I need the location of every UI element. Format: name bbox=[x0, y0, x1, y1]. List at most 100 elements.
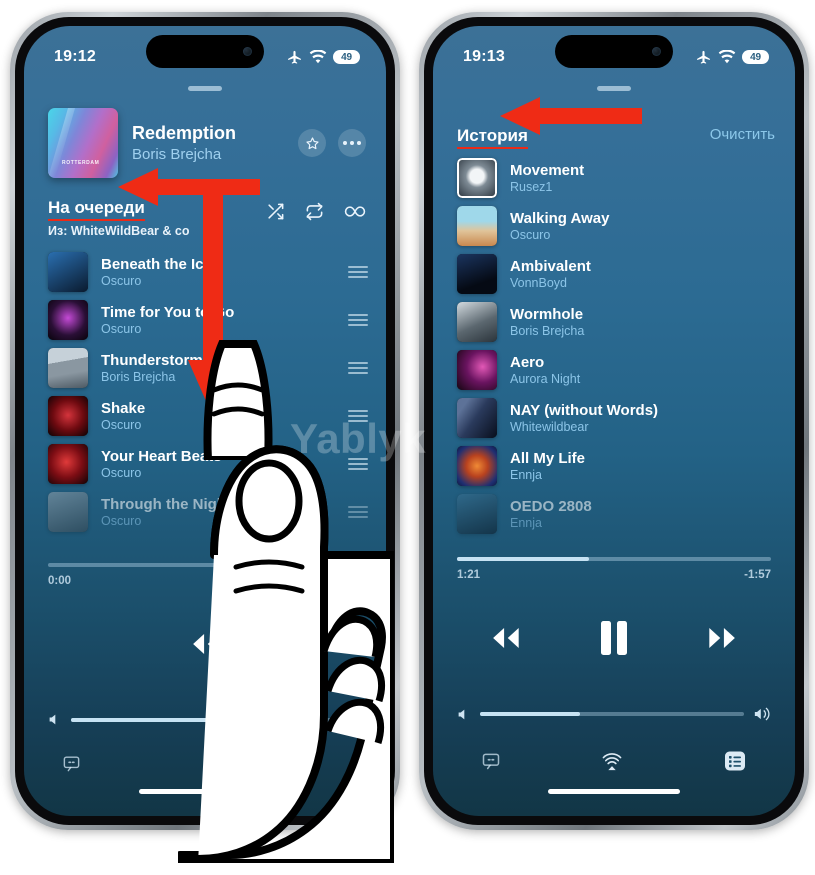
right-player-controls: 1:21 -1:57 bbox=[457, 557, 771, 794]
now-playing-artist: Boris Brejcha bbox=[132, 146, 222, 163]
track-artwork bbox=[48, 444, 88, 484]
track-artwork bbox=[457, 206, 497, 246]
track-title: Movement bbox=[510, 162, 585, 179]
track-meta: Movement Rusez1 bbox=[510, 162, 777, 194]
track-artwork bbox=[457, 302, 497, 342]
progress-fill bbox=[457, 557, 589, 561]
home-indicator bbox=[548, 789, 680, 794]
track-title: Aero bbox=[510, 354, 545, 371]
right-bottom-icon-bar bbox=[457, 749, 771, 773]
table-row[interactable]: All My Life Ennja bbox=[457, 442, 777, 490]
track-meta: Time for You to Go Oscuro bbox=[101, 304, 335, 336]
drag-handle-icon[interactable] bbox=[348, 314, 368, 326]
airplay-icon[interactable] bbox=[601, 750, 623, 772]
volume-high-icon bbox=[754, 707, 771, 721]
track-artwork bbox=[457, 398, 497, 438]
track-artist: Whitewildbear bbox=[510, 420, 589, 434]
track-artwork bbox=[457, 158, 497, 198]
lyrics-icon[interactable] bbox=[481, 751, 501, 771]
drag-handle-icon[interactable] bbox=[348, 362, 368, 374]
table-row[interactable]: Movement Rusez1 bbox=[457, 154, 777, 202]
track-title: Time for You to Go bbox=[101, 304, 235, 321]
airplane-icon bbox=[286, 49, 303, 66]
pointing-hand-gesture bbox=[178, 415, 394, 863]
table-row[interactable]: Ambivalent VonnBoyd bbox=[457, 250, 777, 298]
volume-low-icon bbox=[457, 708, 470, 721]
track-artist: Boris Brejcha bbox=[510, 324, 585, 338]
now-playing-row: ROTTERDAM Redemption Boris Brejcha bbox=[48, 108, 366, 178]
track-title: OEDO 2808 bbox=[510, 498, 592, 515]
track-artwork bbox=[48, 300, 88, 340]
track-artist: Aurora Night bbox=[510, 372, 581, 386]
track-artwork bbox=[457, 350, 497, 390]
front-camera-icon bbox=[243, 47, 252, 56]
right-phone-frame: 19:13 49 История Очистить Movement Rusez… bbox=[419, 12, 809, 830]
sheet-grabber[interactable] bbox=[188, 86, 222, 91]
sheet-grabber[interactable] bbox=[597, 86, 631, 91]
track-artist: Oscuro bbox=[510, 228, 551, 242]
track-artwork bbox=[48, 396, 88, 436]
pause-icon[interactable] bbox=[598, 619, 630, 657]
table-row[interactable]: Time for You to Go Oscuro bbox=[48, 296, 368, 344]
remaining-time: -1:57 bbox=[744, 569, 771, 581]
table-row[interactable]: Beneath the Ice Oscuro bbox=[48, 248, 368, 296]
clear-history-button[interactable]: Очистить bbox=[710, 126, 775, 143]
wifi-icon bbox=[718, 50, 736, 64]
drag-handle-icon[interactable] bbox=[348, 266, 368, 278]
repeat-icon[interactable] bbox=[305, 202, 324, 221]
battery-indicator: 49 bbox=[742, 50, 769, 64]
table-row[interactable]: NAY (without Words) Whitewildbear bbox=[457, 394, 777, 442]
table-row[interactable]: Aero Aurora Night bbox=[457, 346, 777, 394]
shuffle-icon[interactable] bbox=[266, 202, 285, 221]
track-meta: Beneath the Ice Oscuro bbox=[101, 256, 335, 288]
track-title: NAY (without Words) bbox=[510, 402, 659, 419]
rewind-icon[interactable] bbox=[484, 624, 526, 652]
status-icon-group: 49 bbox=[695, 49, 769, 66]
table-row[interactable]: Walking Away Oscuro bbox=[457, 202, 777, 250]
table-row[interactable]: OEDO 2808 Ennja bbox=[457, 490, 777, 538]
front-camera-icon bbox=[652, 47, 661, 56]
track-title: Thunderstorm bbox=[101, 352, 203, 369]
track-artist: Ennja bbox=[510, 468, 542, 482]
right-phone-screen: 19:13 49 История Очистить Movement Rusez… bbox=[433, 26, 795, 816]
track-artist: Ennja bbox=[510, 516, 542, 530]
track-meta: Wormhole Boris Brejcha bbox=[510, 306, 777, 338]
table-row[interactable]: Thunderstorm Boris Brejcha bbox=[48, 344, 368, 392]
now-playing-title: Redemption bbox=[132, 123, 237, 143]
track-title: Walking Away bbox=[510, 210, 610, 227]
lyrics-icon[interactable] bbox=[62, 754, 81, 773]
progress-slider[interactable] bbox=[457, 557, 771, 561]
track-artist: Boris Brejcha bbox=[101, 370, 176, 384]
transport-controls bbox=[457, 615, 771, 661]
track-meta: Ambivalent VonnBoyd bbox=[510, 258, 777, 290]
track-meta: NAY (without Words) Whitewildbear bbox=[510, 402, 777, 434]
track-artwork bbox=[48, 348, 88, 388]
right-phone-bezel: 19:13 49 История Очистить Movement Rusez… bbox=[424, 17, 804, 825]
dynamic-island bbox=[146, 35, 264, 68]
star-icon[interactable] bbox=[298, 129, 326, 157]
elapsed-time: 0:00 bbox=[48, 575, 72, 587]
track-artwork bbox=[48, 492, 88, 532]
infinity-icon[interactable] bbox=[344, 202, 366, 221]
track-title: All My Life bbox=[510, 450, 586, 467]
track-artist: Oscuro bbox=[101, 274, 142, 288]
forward-icon[interactable] bbox=[702, 624, 744, 652]
now-playing-actions bbox=[298, 129, 366, 157]
queue-list-icon[interactable] bbox=[723, 749, 747, 773]
table-row[interactable]: Wormhole Boris Brejcha bbox=[457, 298, 777, 346]
dynamic-island bbox=[555, 35, 673, 68]
track-meta: Walking Away Oscuro bbox=[510, 210, 777, 242]
queue-section-header: На очереди Из: WhiteWildBear & co bbox=[48, 198, 366, 238]
track-artist: Oscuro bbox=[101, 322, 142, 336]
queue-title-block: На очереди Из: WhiteWildBear & co bbox=[48, 198, 189, 238]
elapsed-time: 1:21 bbox=[457, 569, 481, 581]
status-clock: 19:12 bbox=[54, 48, 96, 65]
queue-title: На очереди bbox=[48, 198, 145, 221]
history-title-block: История bbox=[457, 126, 528, 149]
track-meta: OEDO 2808 Ennja bbox=[510, 498, 777, 530]
ellipsis-icon[interactable] bbox=[338, 129, 366, 157]
track-meta: Aero Aurora Night bbox=[510, 354, 777, 386]
time-labels: 1:21 -1:57 bbox=[457, 569, 771, 581]
track-artist: Rusez1 bbox=[510, 180, 553, 194]
volume-slider[interactable] bbox=[480, 712, 744, 716]
